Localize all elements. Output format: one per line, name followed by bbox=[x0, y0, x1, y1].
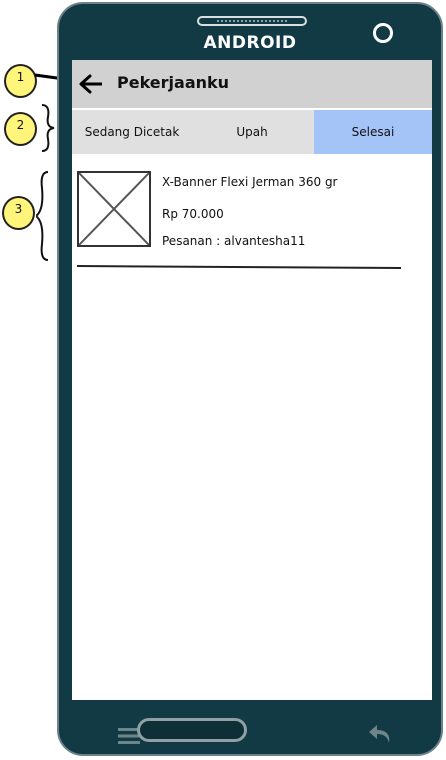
page-title: Pekerjaanku bbox=[117, 73, 230, 92]
list-item[interactable]: X-Banner Flexi Jerman 360 gr Rp 70.000 P… bbox=[77, 171, 407, 251]
job-name: X-Banner Flexi Jerman 360 gr bbox=[162, 175, 338, 189]
device-brand-label: ANDROID bbox=[203, 33, 297, 53]
tab-sedang-dicetak[interactable]: Sedang Dicetak bbox=[72, 110, 192, 154]
speaker-grille bbox=[197, 16, 307, 26]
tab-bar: Sedang Dicetak Upah Selesai bbox=[72, 110, 432, 154]
return-icon[interactable] bbox=[367, 722, 395, 750]
app-bar: Pekerjaanku bbox=[72, 60, 432, 108]
callout-2: 2 bbox=[4, 112, 37, 146]
phone-frame: ANDROID Pekerjaanku Sedang Dicetak Upah … bbox=[57, 2, 443, 756]
home-button[interactable] bbox=[137, 718, 247, 742]
callout-3: 3 bbox=[2, 196, 35, 230]
job-price: Rp 70.000 bbox=[162, 207, 224, 221]
app-screen: Pekerjaanku Sedang Dicetak Upah Selesai … bbox=[72, 60, 432, 700]
image-placeholder-icon bbox=[77, 171, 151, 247]
job-customer: Pesanan : alvantesha11 bbox=[162, 234, 306, 248]
tab-selesai[interactable]: Selesai bbox=[314, 110, 432, 154]
arrow-left-icon[interactable] bbox=[78, 73, 104, 99]
tab-upah[interactable]: Upah bbox=[192, 110, 312, 154]
list-divider bbox=[76, 265, 402, 269]
